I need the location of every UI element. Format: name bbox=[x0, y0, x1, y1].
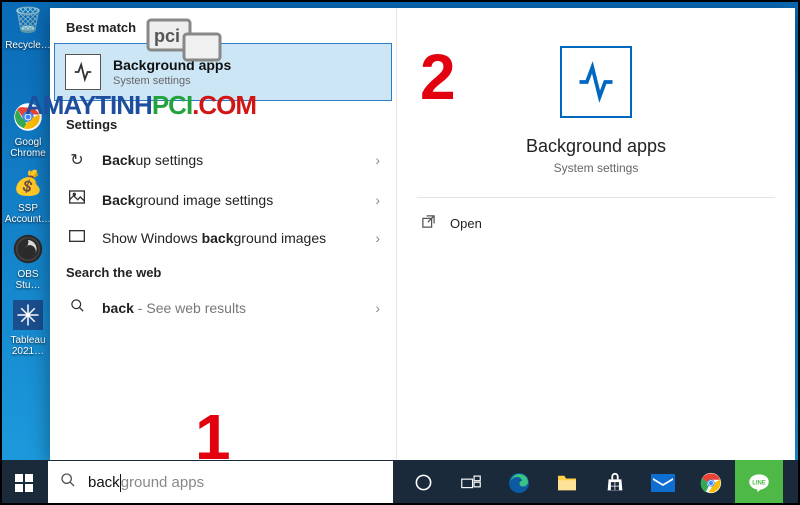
chevron-right-icon: › bbox=[375, 152, 380, 168]
search-input[interactable] bbox=[121, 474, 393, 491]
preview-subtitle: System settings bbox=[554, 161, 639, 175]
desktop-icon-chrome[interactable]: Googl Chrome bbox=[4, 97, 52, 161]
task-view-button[interactable] bbox=[447, 460, 495, 505]
best-match-result[interactable]: Background apps System settings bbox=[54, 43, 392, 101]
svg-text:LINE: LINE bbox=[752, 480, 766, 486]
result-text: back - See web results bbox=[102, 300, 375, 316]
taskbar-pinned-apps: LINE bbox=[399, 460, 783, 505]
result-show-windows-background-images[interactable]: Show Windows background images › bbox=[50, 219, 396, 257]
section-header-web: Search the web bbox=[50, 257, 396, 288]
desktop-icon-ssp[interactable]: 💰 SSP Account… bbox=[4, 163, 52, 227]
rectangle-icon bbox=[66, 229, 88, 247]
taskbar: back LINE bbox=[0, 460, 800, 505]
chrome-icon bbox=[10, 99, 46, 135]
chevron-right-icon: › bbox=[375, 230, 380, 246]
best-match-title: Background apps bbox=[113, 57, 231, 73]
taskbar-app-edge[interactable] bbox=[495, 460, 543, 505]
image-icon bbox=[66, 190, 88, 209]
result-text: Show Windows background images bbox=[102, 230, 375, 246]
tableau-icon bbox=[10, 297, 46, 333]
preview-action-open[interactable]: Open bbox=[421, 214, 482, 233]
desktop-icons-column: 🗑️ Recycle… Googl Chrome 💰 SSP Account… … bbox=[4, 0, 54, 359]
start-button[interactable] bbox=[0, 460, 48, 505]
open-icon bbox=[421, 214, 436, 233]
chevron-right-icon: › bbox=[375, 300, 380, 316]
desktop-icon-obs[interactable]: OBS Stu… bbox=[4, 229, 52, 293]
desktop-icon-tableau[interactable]: Tableau 2021… bbox=[4, 295, 52, 359]
ssp-icon: 💰 bbox=[10, 165, 46, 201]
chevron-right-icon: › bbox=[375, 192, 380, 208]
cortana-button[interactable] bbox=[399, 460, 447, 505]
desktop-icon-recycle-bin[interactable]: 🗑️ Recycle… bbox=[4, 0, 52, 53]
preview-activity-icon bbox=[560, 46, 632, 118]
taskbar-search-box[interactable]: back bbox=[48, 461, 393, 504]
search-icon bbox=[66, 298, 88, 318]
taskbar-app-store[interactable] bbox=[591, 460, 639, 505]
section-header-settings: Settings bbox=[50, 109, 396, 140]
start-search-panel: Best match Background apps System settin… bbox=[50, 8, 795, 460]
section-header-best-match: Best match bbox=[50, 12, 396, 43]
divider bbox=[417, 197, 775, 198]
search-typed-text: back bbox=[88, 474, 120, 491]
recycle-bin-icon: 🗑️ bbox=[10, 2, 46, 38]
activity-icon bbox=[65, 54, 101, 90]
taskbar-app-line[interactable]: LINE bbox=[735, 460, 783, 505]
taskbar-app-chrome[interactable] bbox=[687, 460, 735, 505]
taskbar-app-mail[interactable] bbox=[639, 460, 687, 505]
windows-logo-icon bbox=[15, 474, 33, 492]
obs-icon bbox=[10, 231, 46, 267]
search-icon bbox=[60, 472, 76, 493]
result-text: Background image settings bbox=[102, 192, 375, 208]
result-text: Backup settings bbox=[102, 152, 375, 168]
result-web-back[interactable]: back - See web results › bbox=[50, 288, 396, 328]
preview-title: Background apps bbox=[526, 136, 666, 157]
history-icon: ↻ bbox=[66, 150, 88, 170]
result-background-image-settings[interactable]: Background image settings › bbox=[50, 180, 396, 219]
best-match-subtitle: System settings bbox=[113, 75, 231, 87]
search-results-column: Best match Background apps System settin… bbox=[50, 8, 397, 460]
open-label: Open bbox=[450, 216, 482, 231]
result-backup-settings[interactable]: ↻ Backup settings › bbox=[50, 140, 396, 180]
search-preview-pane: Background apps System settings Open bbox=[397, 8, 795, 460]
taskbar-app-file-explorer[interactable] bbox=[543, 460, 591, 505]
